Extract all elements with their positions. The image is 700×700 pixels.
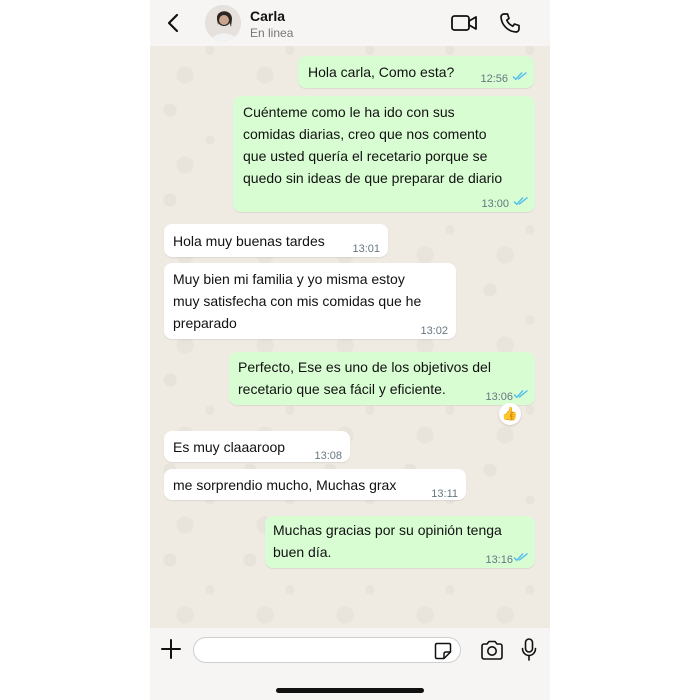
- message-line: preparado: [173, 315, 237, 331]
- message-text: me sorprendio mucho, Muchas grax: [173, 474, 396, 496]
- message-input[interactable]: [193, 637, 461, 663]
- contact-photo: [205, 5, 241, 41]
- incoming-message[interactable]: Hola muy buenas tardes 13:01: [164, 224, 388, 257]
- message-line: me sorprendio mucho, Muchas grax: [173, 477, 397, 493]
- message-time: 13:02: [420, 325, 448, 337]
- chevron-left-icon: [167, 13, 179, 33]
- outgoing-message[interactable]: Perfecto, Ese es uno de los objetivos de…: [229, 352, 535, 405]
- message-time: 13:16: [485, 554, 513, 566]
- video-camera-icon: [451, 15, 477, 31]
- chat-screen: Carla En linea Hola carla, Como esta? 12:…: [150, 0, 550, 700]
- message-text: Perfecto, Ese es uno de los objetivos de…: [238, 356, 491, 400]
- microphone-icon: [521, 638, 537, 661]
- attach-button[interactable]: [160, 638, 182, 660]
- message-line: que usted quería el recetario porque se: [243, 148, 488, 164]
- outgoing-message[interactable]: Muchas gracias por su opinión tenga buen …: [265, 516, 535, 568]
- contact-name[interactable]: Carla: [250, 8, 285, 24]
- message-line: Muy bien mi familia y yo misma estoy: [173, 271, 405, 287]
- message-line: Hola muy buenas tardes: [173, 233, 325, 249]
- message-line: buen día.: [273, 544, 332, 560]
- incoming-message[interactable]: Muy bien mi familia y yo misma estoy muy …: [164, 263, 456, 339]
- message-time: 13:01: [352, 243, 380, 255]
- message-line: Muchas gracias por su opinión tenga: [273, 522, 502, 538]
- incoming-message[interactable]: Es muy claaaroop 13:08: [164, 431, 350, 462]
- message-line: muy satisfecha con mis comidas que he: [173, 293, 422, 309]
- outgoing-message[interactable]: Cuénteme como le ha ido con sus comidas d…: [233, 96, 535, 212]
- message-line: quedo sin ideas de que preparar de diari…: [243, 170, 503, 186]
- message-text: Muy bien mi familia y yo misma estoy muy …: [173, 268, 421, 334]
- camera-icon: [481, 640, 503, 660]
- message-line: Cuénteme como le ha ido con sus: [243, 104, 455, 120]
- double-check-icon: [513, 552, 528, 562]
- double-check-icon: [513, 196, 528, 206]
- message-time: 13:11: [431, 488, 458, 500]
- message-line: Es muy claaaroop: [173, 439, 286, 455]
- sticker-button[interactable]: [434, 642, 452, 660]
- back-button[interactable]: [162, 10, 186, 36]
- message-line: Hola carla, Como esta?: [308, 64, 455, 80]
- chat-header: Carla En linea: [150, 0, 550, 46]
- microphone-button[interactable]: [520, 637, 538, 663]
- message-time: 12:56: [480, 73, 508, 85]
- reaction-badge[interactable]: 👍: [499, 403, 521, 425]
- voice-call-button[interactable]: [498, 11, 522, 35]
- message-line: comidas diarias, creo que nos comento: [243, 126, 487, 142]
- video-call-button[interactable]: [450, 12, 478, 34]
- contact-status: En linea: [250, 26, 294, 40]
- composer-bar: [150, 628, 550, 700]
- incoming-message[interactable]: me sorprendio mucho, Muchas grax 13:11: [164, 469, 466, 500]
- plus-icon: [161, 639, 181, 659]
- phone-icon: [500, 13, 520, 33]
- camera-button[interactable]: [480, 639, 504, 661]
- message-time: 13:00: [481, 198, 509, 210]
- outgoing-message[interactable]: Hola carla, Como esta? 12:56: [298, 56, 534, 88]
- message-line: Perfecto, Ese es uno de los objetivos de…: [238, 359, 491, 375]
- sticker-icon: [434, 642, 452, 660]
- double-check-icon: [513, 389, 528, 399]
- message-text: Muchas gracias por su opinión tenga buen …: [273, 519, 502, 563]
- double-check-icon: [512, 71, 527, 81]
- message-time: 13:08: [314, 450, 342, 462]
- message-text: Cuénteme como le ha ido con sus comidas d…: [243, 101, 502, 189]
- message-line: recetario que sea fácil y eficiente.: [238, 381, 446, 397]
- message-text: Hola muy buenas tardes: [173, 230, 325, 252]
- message-text: Hola carla, Como esta?: [308, 61, 454, 83]
- home-indicator: [276, 688, 424, 693]
- message-text: Es muy claaaroop: [173, 436, 285, 458]
- avatar[interactable]: [205, 5, 241, 41]
